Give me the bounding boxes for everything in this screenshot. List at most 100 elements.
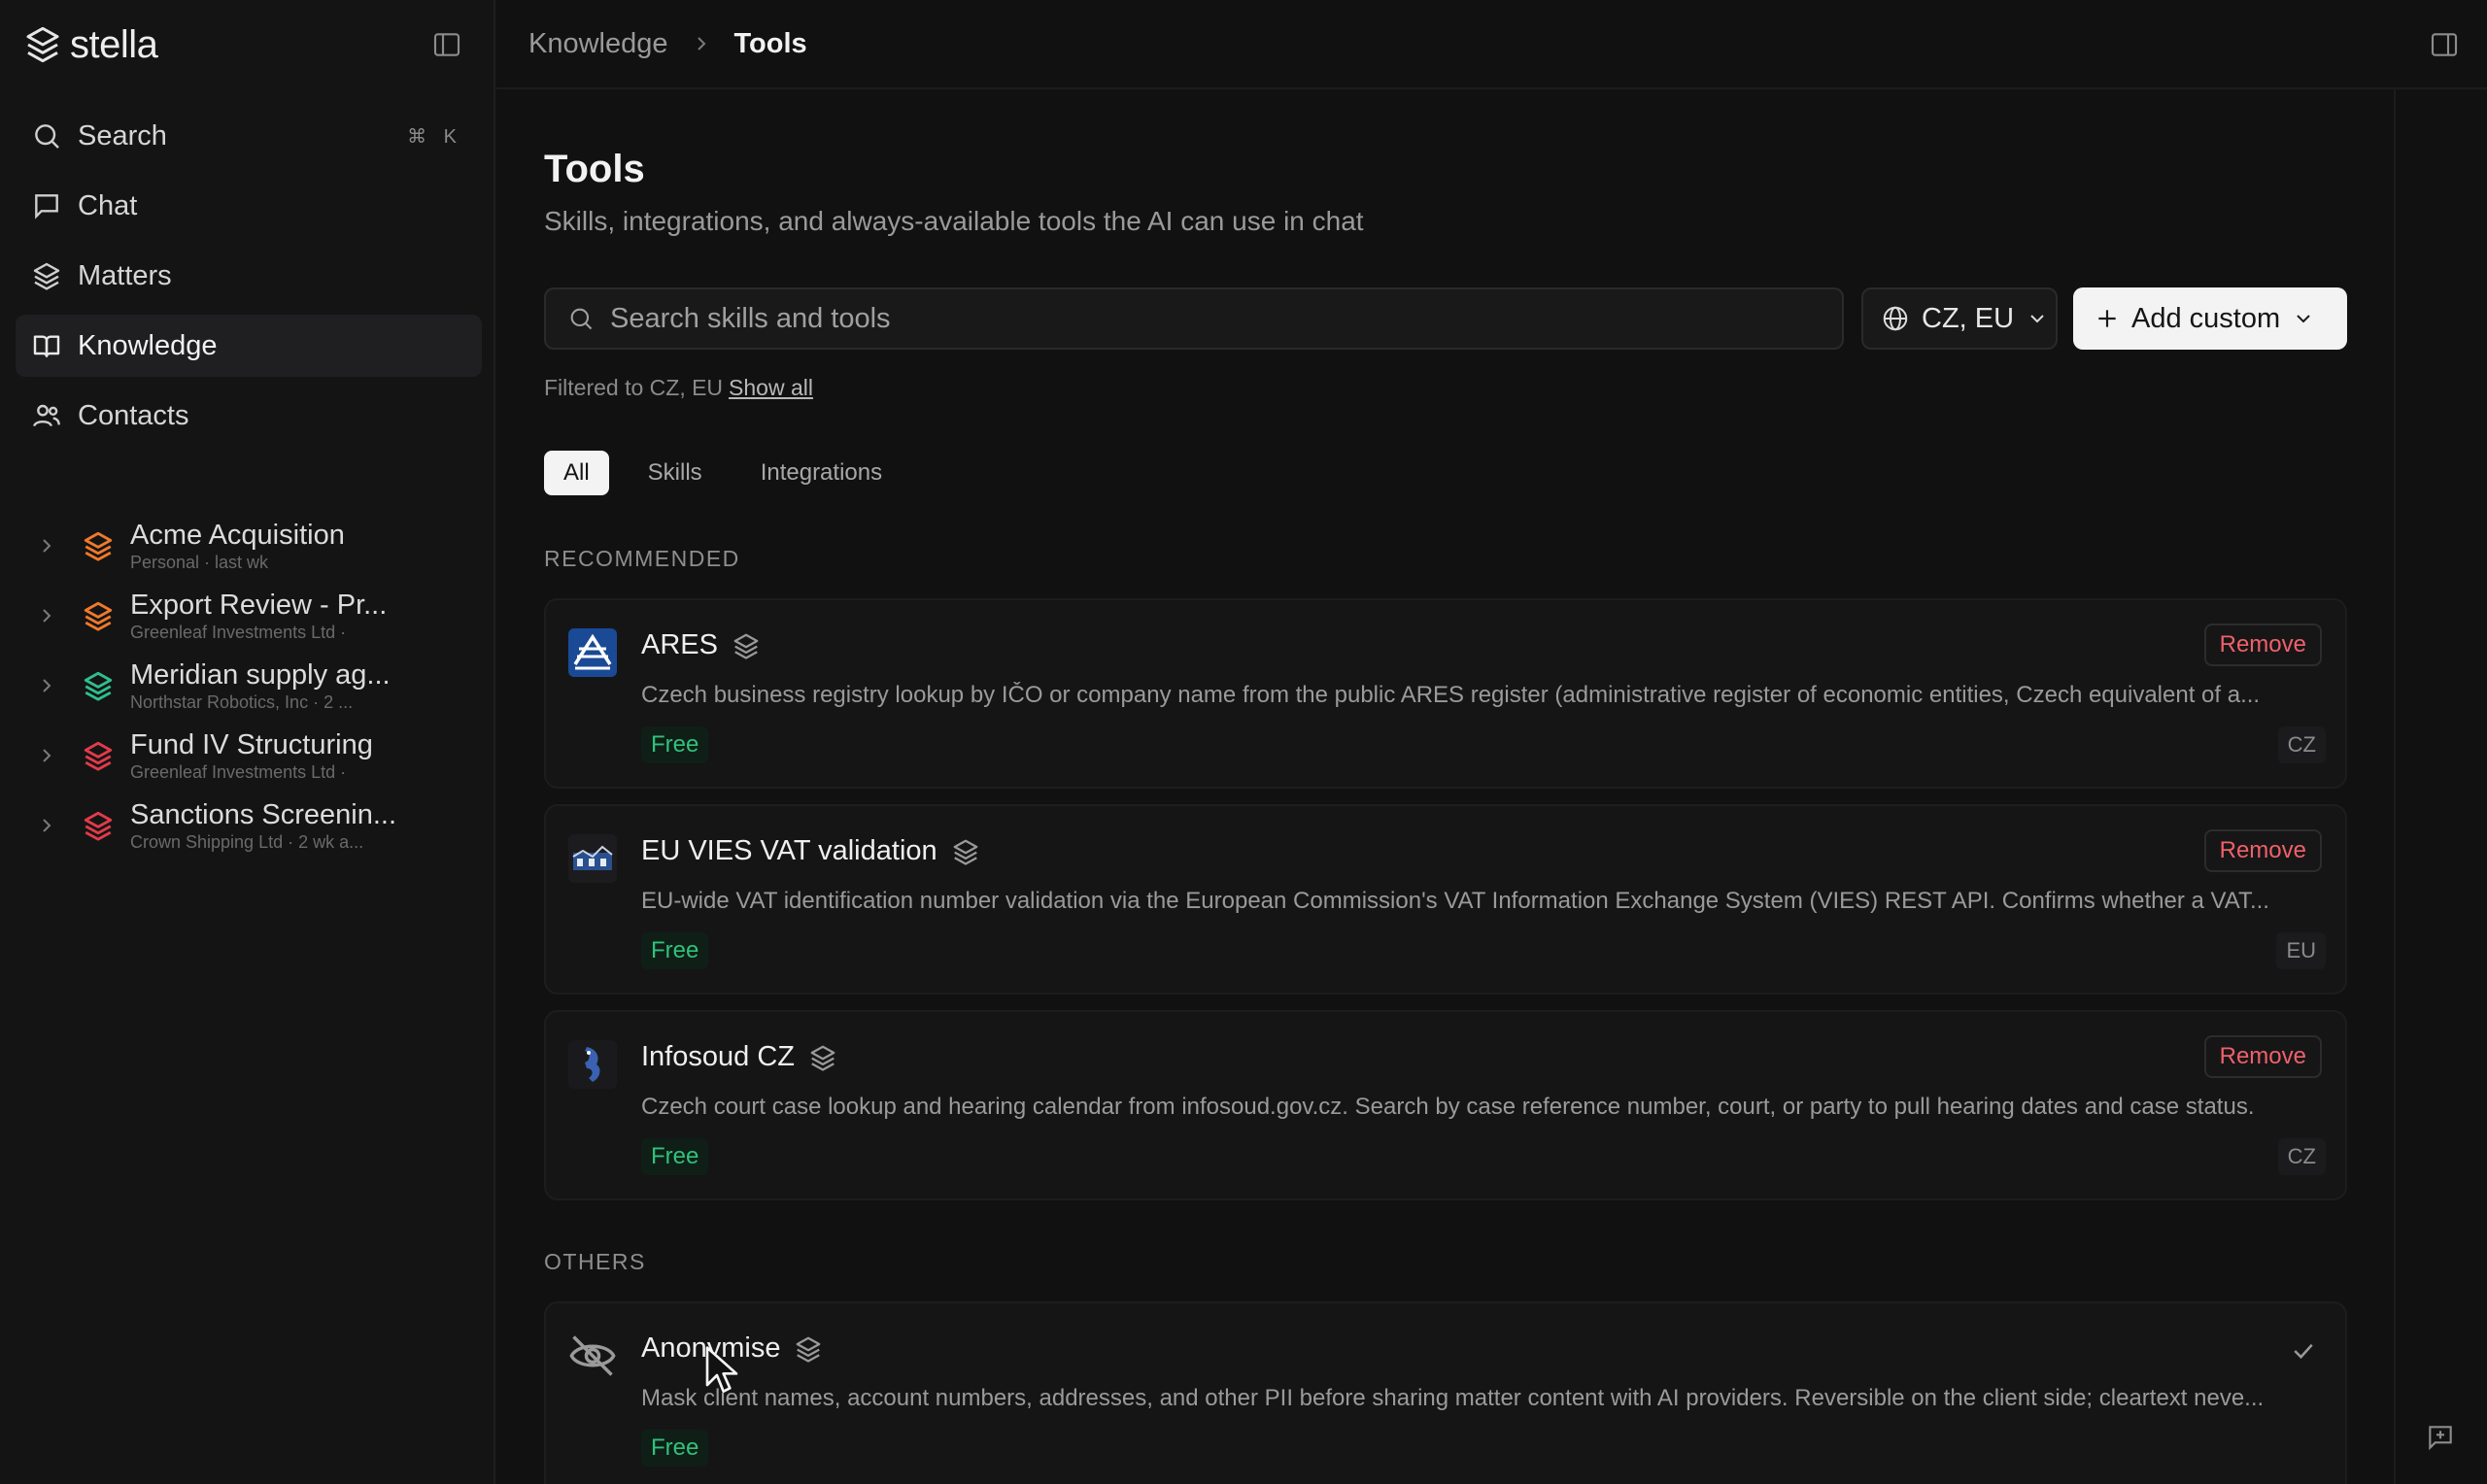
chevron-right-icon[interactable] xyxy=(35,814,58,837)
region-badge: EU xyxy=(2276,932,2326,969)
price-badge: Free xyxy=(641,932,709,969)
chevron-right-icon[interactable] xyxy=(35,744,58,767)
plus-icon xyxy=(2098,310,2116,327)
globe-icon xyxy=(1883,306,1908,331)
nav-contacts[interactable]: Contacts xyxy=(16,385,482,447)
book-icon xyxy=(33,335,60,357)
matter-item[interactable]: Fund IV Structuring Greenleaf Investments… xyxy=(23,721,480,791)
matter-item[interactable]: Sanctions Screenin... Crown Shipping Ltd … xyxy=(23,791,480,860)
matters-list: Acme Acquisition Personal · last wk Expor… xyxy=(23,511,480,860)
page-subtitle: Skills, integrations, and always-availab… xyxy=(544,206,1364,236)
tool-description: Mask client names, account numbers, addr… xyxy=(641,1385,2265,1411)
search-input[interactable] xyxy=(610,302,1776,335)
tool-search[interactable] xyxy=(544,287,1844,350)
add-custom-button[interactable]: Add custom xyxy=(2073,287,2347,350)
region-filter-button[interactable]: CZ, EU xyxy=(1861,287,2058,350)
tool-card-anonymise[interactable]: Anonymise Mask client names, account num… xyxy=(544,1301,2347,1484)
section-others: OTHERS xyxy=(544,1249,646,1274)
layers-icon xyxy=(84,741,113,771)
eu-vies-logo-icon xyxy=(568,834,617,883)
tab-all[interactable]: All xyxy=(544,451,609,495)
nav-label: Contacts xyxy=(78,399,189,431)
matter-title: Export Review - Pr... xyxy=(130,590,388,621)
right-rail xyxy=(2394,89,2487,1484)
region-filter-label: CZ, EU xyxy=(1922,302,2015,334)
feedback-icon[interactable] xyxy=(2425,1422,2456,1453)
page-title: Tools xyxy=(544,148,645,190)
matter-title: Fund IV Structuring xyxy=(130,729,373,760)
skill-badge-icon xyxy=(733,633,759,659)
matter-title: Meridian supply ag... xyxy=(130,659,391,691)
layers-icon xyxy=(84,601,113,631)
tool-name-text: EU VIES VAT validation xyxy=(641,835,937,866)
tool-name-text: ARES xyxy=(641,629,718,660)
filter-note-text: Filtered to CZ, EU xyxy=(544,375,724,400)
skill-badge-icon xyxy=(810,1045,835,1071)
chevron-down-icon xyxy=(2030,315,2044,323)
layers-icon xyxy=(84,531,113,561)
breadcrumb-current: Tools xyxy=(733,27,807,59)
check-icon[interactable] xyxy=(2289,1336,2318,1366)
sidebar-toggle-icon[interactable] xyxy=(431,29,462,60)
tool-description: Czech business registry lookup by IČO or… xyxy=(641,682,2261,708)
matter-title: Sanctions Screenin... xyxy=(130,799,397,830)
matter-meta: Greenleaf Investments Ltd · xyxy=(130,623,347,642)
search-shortcut: ⌘ K xyxy=(407,125,462,148)
nav-search[interactable]: Search ⌘ K xyxy=(16,105,482,167)
matter-meta: Personal · last wk xyxy=(130,553,269,572)
eye-off-icon xyxy=(569,1335,616,1376)
tool-card-infosoud[interactable]: Infosoud CZ Czech court case lookup and … xyxy=(544,1010,2347,1200)
remove-button[interactable]: Remove xyxy=(2203,1035,2322,1078)
infosoud-logo-icon xyxy=(568,1040,617,1089)
remove-button[interactable]: Remove xyxy=(2203,624,2322,666)
region-badge: CZ xyxy=(2277,1138,2326,1175)
chevron-right-icon[interactable] xyxy=(35,534,58,557)
tool-card-ares[interactable]: ARES Czech business registry lookup by I… xyxy=(544,598,2347,789)
matter-meta: Greenleaf Investments Ltd · xyxy=(130,762,347,782)
tool-name: ARES xyxy=(641,629,761,661)
matter-item[interactable]: Export Review - Pr... Greenleaf Investmen… xyxy=(23,581,480,651)
users-icon xyxy=(33,404,60,427)
tool-description: Czech court case lookup and hearing cale… xyxy=(641,1094,2255,1120)
ares-logo-icon xyxy=(568,628,617,677)
search-icon xyxy=(35,124,59,149)
nav-chat[interactable]: Chat xyxy=(16,175,482,237)
price-badge: Free xyxy=(641,1430,709,1467)
matter-meta: Crown Shipping Ltd · 2 wk a... xyxy=(130,832,364,852)
search-icon xyxy=(570,308,593,330)
tab-integrations[interactable]: Integrations xyxy=(741,451,902,495)
tool-card-eu-vies[interactable]: EU VIES VAT validation EU-wide VAT ident… xyxy=(544,804,2347,995)
skill-badge-icon xyxy=(953,839,978,865)
mouse-pointer-icon xyxy=(705,1346,738,1393)
nav-matters[interactable]: Matters xyxy=(16,245,482,307)
layers-icon xyxy=(84,671,113,701)
nav-label: Search xyxy=(78,119,167,152)
chevron-right-icon[interactable] xyxy=(35,604,58,627)
tool-description: EU-wide VAT identification number valida… xyxy=(641,888,2269,914)
chevron-down-icon xyxy=(2297,315,2310,323)
section-recommended: RECOMMENDED xyxy=(544,546,740,571)
brand[interactable]: stella xyxy=(23,21,158,68)
matter-meta: Northstar Robotics, Inc · 2 ... xyxy=(130,692,354,712)
matter-item[interactable]: Acme Acquisition Personal · last wk xyxy=(23,511,480,581)
tool-name: Infosoud CZ xyxy=(641,1041,837,1073)
price-badge: Free xyxy=(641,1138,709,1175)
chat-icon xyxy=(35,194,58,219)
price-badge: Free xyxy=(641,726,709,763)
nav-knowledge[interactable]: Knowledge xyxy=(16,315,482,377)
layers-icon xyxy=(84,811,113,841)
stella-logo-icon xyxy=(26,26,59,63)
layers-icon xyxy=(33,262,60,290)
chevron-right-icon[interactable] xyxy=(35,674,58,697)
tool-name: EU VIES VAT validation xyxy=(641,835,980,867)
matter-title: Acme Acquisition xyxy=(130,520,345,551)
tab-skills[interactable]: Skills xyxy=(629,451,722,495)
right-panel-toggle-icon[interactable] xyxy=(2429,29,2460,60)
filter-note: Filtered to CZ, EU Show all xyxy=(544,375,813,401)
matter-item[interactable]: Meridian supply ag... Northstar Robotics,… xyxy=(23,651,480,721)
remove-button[interactable]: Remove xyxy=(2203,829,2322,872)
breadcrumb-knowledge[interactable]: Knowledge xyxy=(528,28,668,60)
nav-label: Chat xyxy=(78,189,138,221)
show-all-link[interactable]: Show all xyxy=(729,375,813,400)
brand-name: stella xyxy=(70,22,158,66)
